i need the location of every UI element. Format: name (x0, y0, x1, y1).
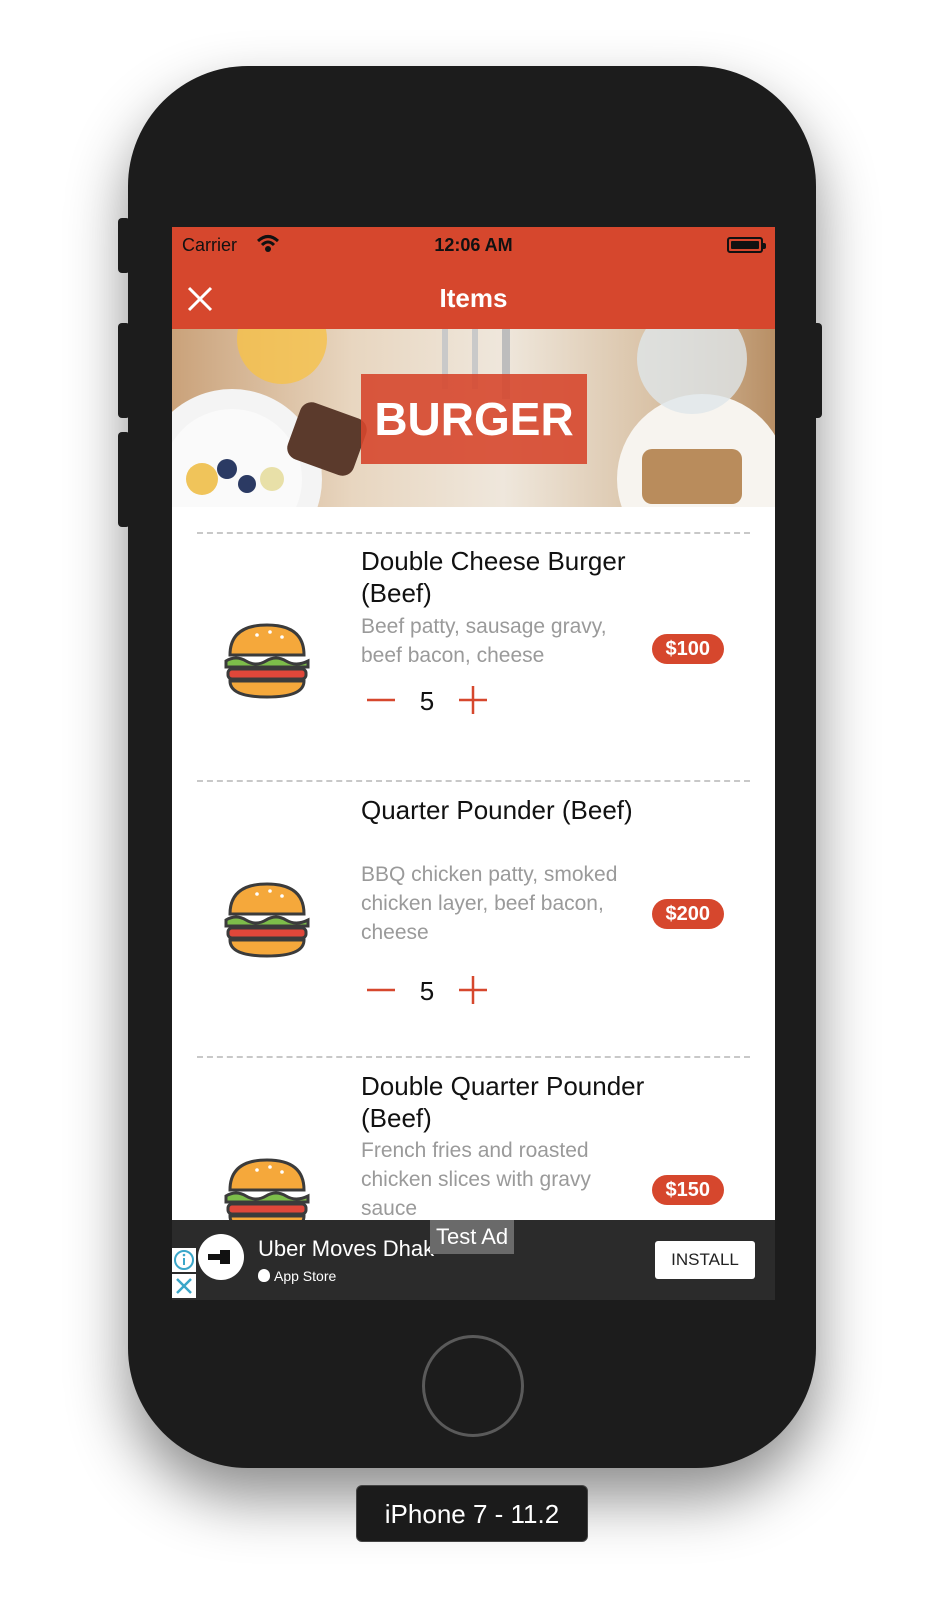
test-ad-label: Test Ad (430, 1220, 515, 1254)
volume-down-button (118, 432, 130, 527)
quantity-stepper: 5 (361, 970, 501, 1010)
navigation-bar: Items (172, 267, 775, 329)
price-badge: $150 (651, 1175, 724, 1205)
item-description: French fries and roasted chicken slices … (361, 1139, 591, 1220)
price-badge: $200 (651, 899, 724, 929)
list-item[interactable]: Quarter Pounder (Beef) BBQ chicken patty… (197, 780, 750, 1052)
app-screen: Carrier 12:06 AM Items BURGER Double Che… (172, 227, 775, 1300)
ad-title: Uber Moves Dhak (258, 1236, 435, 1261)
page-title: Items (439, 283, 508, 313)
ad-banner[interactable]: Uber Moves Dhak App Store Test Ad INSTAL… (172, 1220, 775, 1300)
plus-icon[interactable] (453, 970, 493, 1010)
quantity-value: 5 (419, 976, 435, 1006)
item-name: Double Quarter Pounder (Beef) (361, 1071, 645, 1133)
status-time: 12:06 AM (434, 235, 513, 255)
category-banner: BURGER (172, 329, 775, 507)
minus-icon[interactable] (361, 970, 401, 1010)
device-label: iPhone 7 - 11.2 (356, 1485, 588, 1542)
plus-icon[interactable] (453, 680, 493, 720)
category-title: BURGER (361, 374, 587, 464)
item-name: Double Cheese Burger (Beef) (361, 546, 626, 608)
price-badge: $100 (651, 634, 724, 664)
battery-icon (727, 237, 766, 253)
ad-store-label: App Store (258, 1268, 336, 1284)
uber-logo-icon (198, 1234, 244, 1280)
quantity-stepper: 5 (361, 680, 501, 720)
item-description: Beef patty, sausage gravy, beef bacon, c… (361, 615, 607, 667)
item-name: Quarter Pounder (Beef) (361, 795, 633, 825)
install-button[interactable]: INSTALL (655, 1241, 755, 1279)
ad-store-text: App Store (274, 1268, 337, 1284)
quantity-value: 5 (419, 686, 435, 716)
minus-icon[interactable] (361, 680, 401, 720)
home-button[interactable] (422, 1335, 524, 1437)
volume-up-button (118, 323, 130, 418)
info-icon[interactable] (172, 1248, 196, 1272)
power-button (810, 323, 822, 418)
apple-icon (258, 1269, 270, 1282)
list-item[interactable]: Double Cheese Burger (Beef) Beef patty, … (197, 532, 750, 776)
ad-close-icon[interactable] (172, 1274, 196, 1298)
status-bar: Carrier 12:06 AM (172, 227, 775, 267)
mute-switch (118, 218, 130, 273)
item-description: BBQ chicken patty, smoked chicken layer,… (361, 863, 618, 944)
burger-icon (224, 882, 310, 958)
burger-icon (224, 623, 310, 699)
